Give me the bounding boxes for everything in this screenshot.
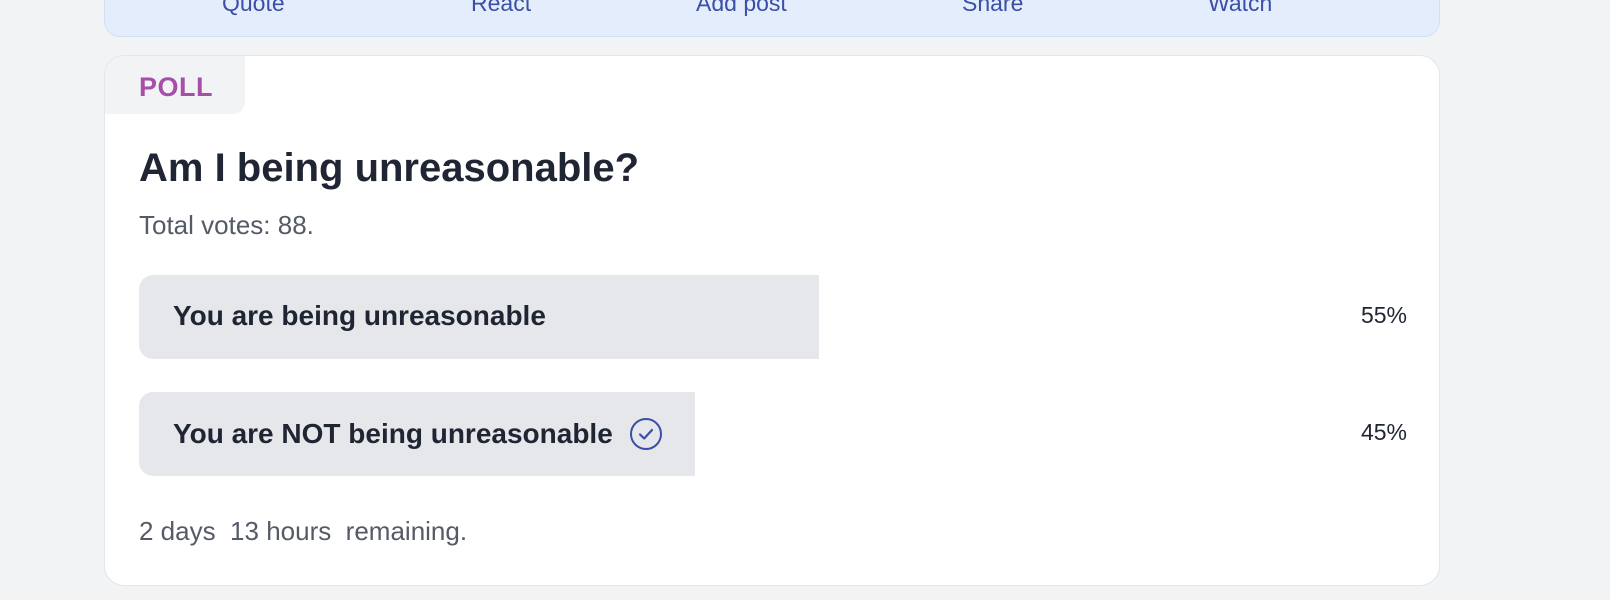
poll-question: Am I being unreasonable?: [139, 146, 640, 190]
poll-option-1-percent: 55%: [1360, 302, 1407, 328]
poll-option-1-label: You are being unreasonable: [173, 300, 546, 331]
poll-option-2-percent: 45%: [1360, 419, 1407, 445]
share-button[interactable]: Share: [962, 0, 1023, 17]
quote-button[interactable]: Quote: [222, 0, 285, 17]
poll-option-1-label-wrap: You are being unreasonable: [173, 300, 546, 332]
poll-option-1[interactable]: You are being unreasonable 55%: [139, 275, 1407, 359]
poll-option-2-label-wrap: You are NOT being unreasonable: [173, 417, 663, 451]
page: Quote React Add post Share Watch POLL Am…: [0, 0, 1610, 600]
poll-option-2-label: You are NOT being unreasonable: [173, 418, 613, 449]
react-button[interactable]: React: [471, 0, 531, 17]
poll-total-votes: Total votes: 88.: [139, 210, 314, 240]
add-post-button[interactable]: Add post: [696, 0, 787, 17]
check-circle-icon: [629, 417, 663, 451]
poll-option-2[interactable]: You are NOT being unreasonable 45%: [139, 392, 1407, 476]
post-action-bar: Quote React Add post Share Watch: [104, 0, 1440, 37]
poll-tag: POLL: [105, 56, 245, 114]
poll-time-remaining: 2 days 13 hours remaining.: [139, 516, 468, 546]
watch-button[interactable]: Watch: [1208, 0, 1272, 17]
poll-tag-label: POLL: [139, 72, 213, 102]
poll-card: POLL Am I being unreasonable? Total vote…: [104, 55, 1440, 586]
